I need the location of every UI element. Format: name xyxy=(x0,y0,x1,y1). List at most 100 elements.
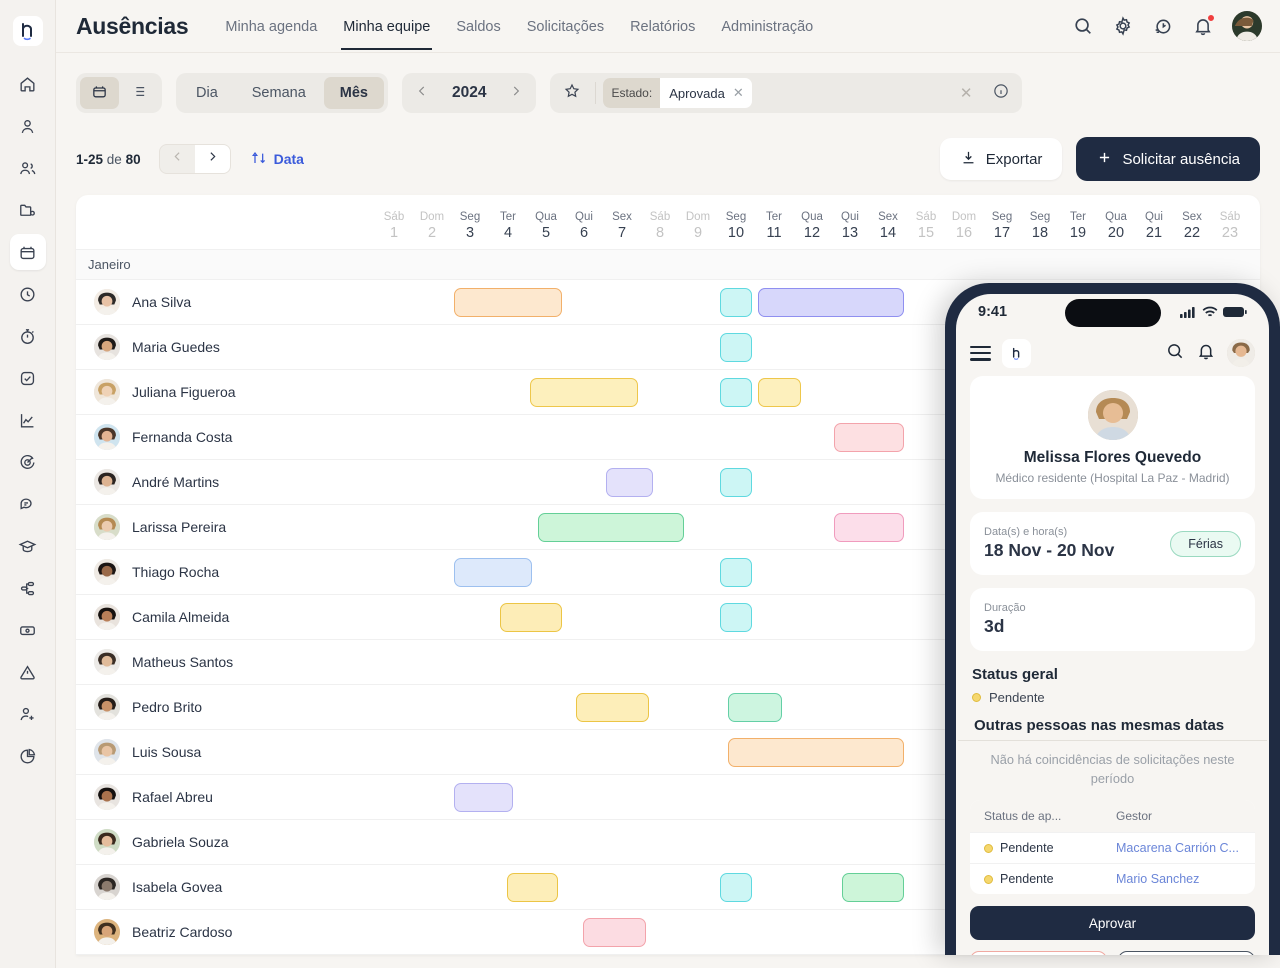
day-column-19[interactable]: Ter 19 xyxy=(1059,195,1097,249)
day-column-20[interactable]: Qua 20 xyxy=(1097,195,1135,249)
nav-relatorios[interactable]: Relatórios xyxy=(617,3,708,50)
day-column-6[interactable]: Qui 6 xyxy=(565,195,603,249)
day-column-5[interactable]: Qua 5 xyxy=(527,195,565,249)
prev-year-button[interactable] xyxy=(408,77,436,109)
absence-bar[interactable] xyxy=(720,332,752,362)
rail-item-workflow[interactable] xyxy=(10,570,46,606)
info-button[interactable] xyxy=(986,78,1016,108)
employee-cell[interactable]: Rafael Abreu xyxy=(76,784,375,810)
rail-item-reports[interactable] xyxy=(10,738,46,774)
rail-item-profile[interactable] xyxy=(10,108,46,144)
menu-icon[interactable] xyxy=(970,345,991,361)
absence-bar[interactable] xyxy=(727,692,783,722)
brand-logo-icon[interactable] xyxy=(12,16,43,46)
absence-bar[interactable] xyxy=(454,557,532,587)
day-column-7[interactable]: Sex 7 xyxy=(603,195,641,249)
day-column-15[interactable]: Sáb 15 xyxy=(907,195,945,249)
absence-bar[interactable] xyxy=(454,782,513,812)
export-button[interactable]: Exportar xyxy=(939,138,1063,180)
rail-item-alerts[interactable] xyxy=(10,654,46,690)
day-column-17[interactable]: Seg 17 xyxy=(983,195,1021,249)
nav-administracao[interactable]: Administração xyxy=(708,3,826,50)
sort-button[interactable]: Data xyxy=(251,150,304,169)
day-column-3[interactable]: Seg 3 xyxy=(451,195,489,249)
range-dia[interactable]: Dia xyxy=(180,77,234,109)
absence-bar[interactable] xyxy=(841,872,904,902)
day-column-14[interactable]: Sex 14 xyxy=(869,195,907,249)
rail-item-tasks[interactable] xyxy=(10,360,46,396)
day-column-23[interactable]: Sáb 23 xyxy=(1211,195,1249,249)
nav-solicitacoes[interactable]: Solicitações xyxy=(514,3,617,50)
rail-item-analytics[interactable] xyxy=(10,402,46,438)
request-absence-button[interactable]: Solicitar ausência xyxy=(1076,137,1260,181)
absence-bar[interactable] xyxy=(575,692,650,722)
absence-bar[interactable] xyxy=(834,422,904,452)
day-column-9[interactable]: Dom 9 xyxy=(679,195,717,249)
employee-cell[interactable]: Gabriela Souza xyxy=(76,829,375,855)
rail-item-documents[interactable] xyxy=(10,192,46,228)
absence-bar[interactable] xyxy=(834,512,904,542)
employee-cell[interactable]: Juliana Figueroa xyxy=(76,379,375,405)
day-column-10[interactable]: Seg 10 xyxy=(717,195,755,249)
absence-bar[interactable] xyxy=(720,287,752,317)
avatar[interactable] xyxy=(1227,339,1255,367)
day-column-12[interactable]: Qua 12 xyxy=(793,195,831,249)
absence-bar[interactable] xyxy=(530,377,638,407)
absence-bar[interactable] xyxy=(758,287,904,317)
employee-cell[interactable]: Pedro Brito xyxy=(76,694,375,720)
absence-bar[interactable] xyxy=(499,602,562,632)
filter-chip-estado[interactable]: Estado: Aprovada ✕ xyxy=(603,78,752,108)
day-column-8[interactable]: Sáb 8 xyxy=(641,195,679,249)
rail-item-team[interactable] xyxy=(10,150,46,186)
day-column-4[interactable]: Ter 4 xyxy=(489,195,527,249)
day-column-21[interactable]: Qui 21 xyxy=(1135,195,1173,249)
remove-button[interactable]: Remover xyxy=(970,951,1107,955)
employee-cell[interactable]: Matheus Santos xyxy=(76,649,375,675)
favorite-button[interactable] xyxy=(556,77,588,109)
employee-cell[interactable]: André Martins xyxy=(76,469,375,495)
employee-cell[interactable]: Thiago Rocha xyxy=(76,559,375,585)
nav-minha-equipe[interactable]: Minha equipe xyxy=(330,3,443,50)
page-next-button[interactable] xyxy=(194,145,230,173)
nav-minha-agenda[interactable]: Minha agenda xyxy=(212,3,330,50)
day-column-1[interactable]: Sáb 1 xyxy=(375,195,413,249)
refuse-button[interactable]: Recusar xyxy=(1118,951,1255,955)
employee-cell[interactable]: Isabela Govea xyxy=(76,874,375,900)
row-manager[interactable]: Macarena Carrión C... xyxy=(1116,841,1241,855)
rail-item-payroll[interactable] xyxy=(10,612,46,648)
absence-bar[interactable] xyxy=(454,287,562,317)
stopwatch-icon[interactable] xyxy=(1152,15,1174,37)
avatar[interactable] xyxy=(1232,11,1262,41)
absence-bar[interactable] xyxy=(720,872,752,902)
employee-cell[interactable]: Beatriz Cardoso xyxy=(76,919,375,945)
calendar-view-button[interactable] xyxy=(80,77,119,109)
page-prev-button[interactable] xyxy=(160,145,195,173)
search-icon[interactable] xyxy=(1072,15,1094,37)
nav-saldos[interactable]: Saldos xyxy=(443,3,513,50)
next-year-button[interactable] xyxy=(502,77,530,109)
range-mes[interactable]: Mês xyxy=(323,77,384,109)
day-column-16[interactable]: Dom 16 xyxy=(945,195,983,249)
bell-icon[interactable] xyxy=(1196,341,1216,366)
clear-filters-button[interactable]: ✕ xyxy=(950,84,983,102)
brand-logo-icon[interactable] xyxy=(1002,338,1031,368)
list-view-button[interactable] xyxy=(119,77,158,109)
close-icon[interactable]: ✕ xyxy=(731,85,752,101)
employee-cell[interactable]: Luis Sousa xyxy=(76,739,375,765)
day-column-22[interactable]: Sex 22 xyxy=(1173,195,1211,249)
absence-bar[interactable] xyxy=(720,602,752,632)
bell-icon[interactable] xyxy=(1192,14,1215,37)
employee-cell[interactable]: Camila Almeida xyxy=(76,604,375,630)
day-column-13[interactable]: Qui 13 xyxy=(831,195,869,249)
employee-cell[interactable]: Fernanda Costa xyxy=(76,424,375,450)
absence-bar[interactable] xyxy=(727,737,904,767)
absence-bar[interactable] xyxy=(537,512,684,542)
day-column-11[interactable]: Ter 11 xyxy=(755,195,793,249)
absence-bar[interactable] xyxy=(507,872,559,902)
table-row[interactable]: Pendente Macarena Carrión C... xyxy=(970,832,1255,863)
employee-cell[interactable]: Larissa Pereira xyxy=(76,514,375,540)
absence-bar[interactable] xyxy=(720,377,752,407)
gear-icon[interactable] xyxy=(1112,15,1134,37)
search-icon[interactable] xyxy=(1165,341,1185,366)
rail-item-chat[interactable] xyxy=(10,486,46,522)
